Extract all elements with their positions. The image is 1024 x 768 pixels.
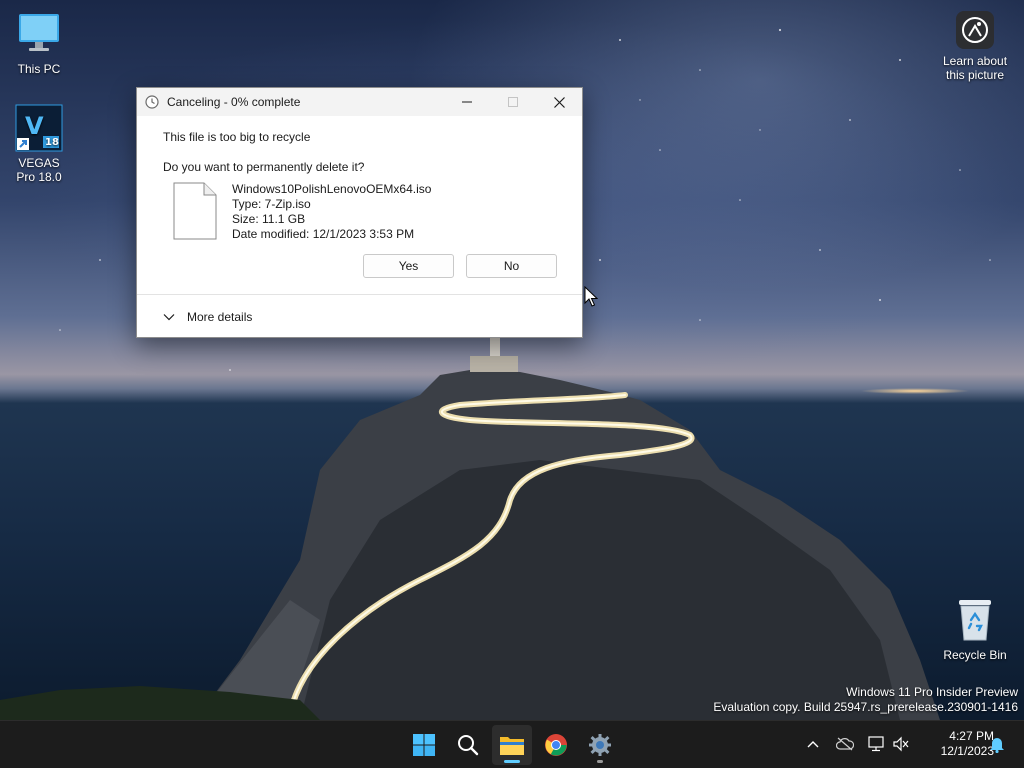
close-button[interactable] — [536, 88, 582, 116]
file-type: Type: 7-Zip.iso — [232, 197, 311, 211]
start-button[interactable] — [404, 725, 444, 765]
network-button[interactable] — [866, 733, 888, 755]
desktop-icon-label: VEGAS Pro 18.0 — [16, 156, 62, 184]
chevron-up-icon — [807, 741, 819, 748]
minimize-button[interactable] — [444, 88, 490, 116]
more-details-toggle[interactable]: More details — [163, 310, 252, 324]
more-details-label: More details — [187, 310, 253, 324]
file-date-modified: Date modified: 12/1/2023 3:53 PM — [232, 227, 415, 241]
taskbar: 4:27 PM 12/1/2023 — [0, 720, 1024, 768]
progress-clock-icon — [145, 95, 159, 109]
volume-button[interactable] — [890, 733, 912, 755]
search-icon — [458, 735, 479, 756]
file-icon — [173, 182, 217, 240]
yes-button[interactable]: Yes — [363, 254, 454, 278]
permanent-delete-question: Do you want to permanently delete it? — [163, 160, 365, 174]
dialog-divider — [137, 294, 582, 295]
file-size: Size: 11.1 GB — [232, 212, 306, 226]
watermark-edition: Windows 11 Pro Insider Preview — [846, 685, 1018, 699]
svg-text:V: V — [25, 112, 44, 140]
desktop-icon-learn-about-picture[interactable]: Learn about this picture — [937, 10, 1013, 82]
desktop-icon-this-pc[interactable]: This PC — [1, 10, 77, 76]
network-icon — [868, 736, 884, 752]
taskbar-clock[interactable]: 4:27 PM 12/1/2023 — [916, 729, 994, 759]
onedrive-button[interactable] — [834, 733, 856, 755]
recycle-bin-icon — [951, 596, 999, 644]
chevron-down-icon — [163, 314, 175, 321]
bell-icon — [990, 738, 1004, 753]
file-explorer-button[interactable] — [492, 725, 532, 765]
gear-icon — [589, 734, 611, 756]
desktop-icon-label: This PC — [17, 62, 61, 76]
too-big-message: This file is too big to recycle — [163, 130, 311, 144]
running-app-indicator — [597, 760, 603, 763]
vegas-pro-icon: V 18 — [15, 104, 63, 152]
monitor-icon — [15, 10, 63, 58]
active-app-indicator — [504, 760, 520, 763]
notifications-button[interactable] — [986, 733, 1008, 755]
file-details: Windows10PolishLenovoOEMx64.iso Type: 7-… — [232, 182, 431, 242]
desktop-icon-label: Learn about this picture — [942, 54, 1008, 82]
spotlight-camera-icon — [955, 10, 995, 50]
clock-date: 12/1/2023 — [940, 744, 994, 758]
minimize-icon — [462, 101, 472, 103]
dialog-titlebar[interactable]: Canceling - 0% complete — [137, 88, 582, 116]
clock-time: 4:27 PM — [949, 729, 994, 743]
maximize-button — [490, 88, 536, 116]
mouse-pointer-icon — [584, 286, 598, 307]
settings-button[interactable] — [580, 725, 620, 765]
chrome-button[interactable] — [536, 725, 576, 765]
dialog-title: Canceling - 0% complete — [167, 95, 301, 109]
evaluation-watermark: Windows 11 Pro Insider Preview Evaluatio… — [713, 685, 1018, 715]
windows-logo-icon — [413, 734, 435, 756]
chrome-icon — [545, 734, 567, 756]
show-hidden-icons-button[interactable] — [802, 733, 824, 755]
desktop-icon-label: Recycle Bin — [943, 648, 1007, 662]
file-name: Windows10PolishLenovoOEMx64.iso — [232, 182, 432, 196]
version-badge: 18 — [45, 137, 59, 148]
no-button[interactable]: No — [466, 254, 557, 278]
delete-confirmation-dialog: Canceling - 0% complete This file is too… — [136, 87, 583, 338]
desktop-icon-vegas-pro[interactable]: V 18 VEGAS Pro 18.0 — [1, 104, 77, 184]
folder-icon — [500, 737, 524, 755]
watermark-build: Evaluation copy. Build 25947.rs_prerelea… — [713, 700, 1018, 714]
cloud-offline-icon — [836, 737, 854, 751]
desktop-icon-recycle-bin[interactable]: Recycle Bin — [937, 596, 1013, 662]
close-icon — [553, 96, 565, 108]
search-button[interactable] — [448, 725, 488, 765]
maximize-icon — [508, 97, 518, 107]
volume-muted-icon — [893, 736, 909, 752]
